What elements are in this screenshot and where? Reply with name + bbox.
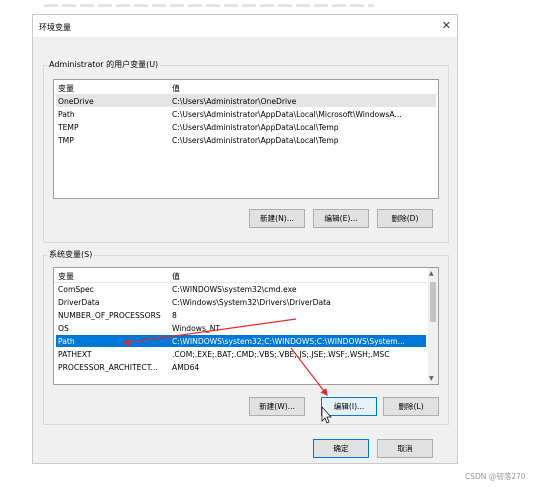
watermark: CSDN @韧落270 (465, 472, 526, 481)
annotation-arrow-down (290, 347, 328, 396)
mouse-cursor-icon (321, 406, 332, 424)
annotation-overlay (122, 318, 332, 424)
annotation-arrow-left (122, 318, 297, 346)
